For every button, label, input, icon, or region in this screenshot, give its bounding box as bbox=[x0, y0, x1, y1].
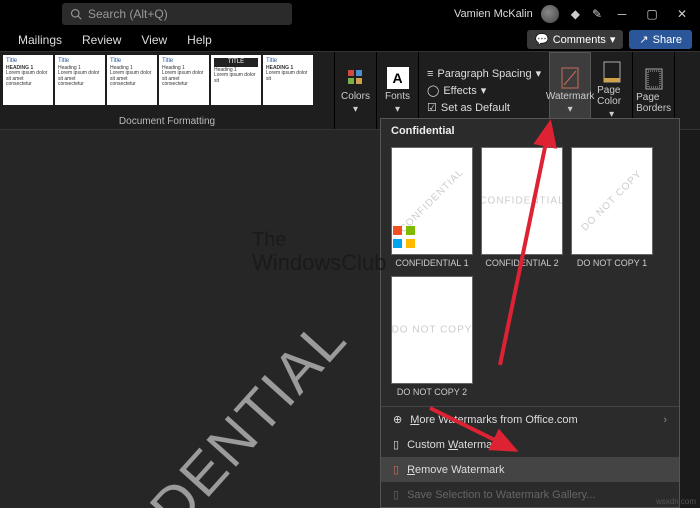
watermark-item-donotcopy-1[interactable]: DO NOT COPYDO NOT COPY 1 bbox=[571, 147, 653, 268]
effects-button[interactable]: ◯ Effects ▾ bbox=[427, 84, 541, 97]
style-gallery[interactable]: TitleHEADING 1Lorem ipsum dolor sit amet… bbox=[0, 52, 334, 114]
maximize-button[interactable]: ▢ bbox=[638, 2, 666, 26]
watermark-item-confidential-1[interactable]: CONFIDENTIALCONFIDENTIAL 1 bbox=[391, 147, 473, 268]
watermark-gallery: CONFIDENTIALCONFIDENTIAL 1 CONFIDENTIALC… bbox=[381, 143, 679, 401]
share-button[interactable]: ↗ Share bbox=[629, 30, 692, 49]
save-icon: ▯ bbox=[393, 488, 399, 501]
avatar bbox=[541, 5, 559, 23]
chevron-down-icon: ▾ bbox=[568, 104, 573, 115]
more-watermarks-item[interactable]: ⊕More Watermarks from Office.com› bbox=[381, 407, 679, 432]
chevron-down-icon: ▾ bbox=[610, 33, 616, 46]
tab-help[interactable]: Help bbox=[177, 30, 222, 50]
style-thumb[interactable]: TitleHEADING 1Lorem ipsum dolor sit bbox=[263, 55, 313, 105]
colors-button[interactable]: Colors▾ bbox=[335, 52, 377, 129]
watermark-icon bbox=[559, 67, 581, 89]
dropdown-footer: ⊕More Watermarks from Office.com› ▯Custo… bbox=[381, 406, 679, 507]
document-canvas[interactable]: CONFIDENTIAL bbox=[0, 130, 380, 508]
remove-watermark-item[interactable]: ▯Remove Watermark bbox=[381, 457, 679, 482]
globe-icon: ⊕ bbox=[393, 413, 402, 426]
comments-button[interactable]: 💬 Comments ▾ bbox=[527, 30, 623, 49]
user-area[interactable]: Vamien McKalin bbox=[454, 5, 559, 23]
style-thumb[interactable]: TitleHEADING 1Lorem ipsum dolor sit amet… bbox=[3, 55, 53, 105]
colors-icon bbox=[345, 67, 367, 89]
search-icon bbox=[70, 8, 82, 20]
credit-text: wsxdn.com bbox=[656, 497, 696, 506]
style-thumb[interactable]: TitleHeading 1Lorem ipsum dolor sit amet… bbox=[107, 55, 157, 105]
chevron-right-icon: › bbox=[663, 414, 667, 426]
watermark-dropdown: Confidential CONFIDENTIALCONFIDENTIAL 1 … bbox=[380, 118, 680, 508]
page-icon: ▯ bbox=[393, 438, 399, 451]
group-label: Document Formatting bbox=[0, 114, 334, 129]
paragraph-spacing-button[interactable]: ≡ Paragraph Spacing ▾ bbox=[427, 67, 541, 80]
username: Vamien McKalin bbox=[454, 8, 533, 20]
style-thumb[interactable]: TITLEHeading 1Lorem ipsum dolor sit bbox=[211, 55, 261, 105]
tab-mailings[interactable]: Mailings bbox=[8, 30, 72, 50]
chevron-down-icon: ▾ bbox=[353, 104, 358, 115]
diamond-icon[interactable]: ◆ bbox=[571, 7, 580, 21]
style-thumb[interactable]: TitleHeading 1Lorem ipsum dolor sit amet… bbox=[159, 55, 209, 105]
page-borders-icon bbox=[643, 68, 665, 90]
title-bar: Search (Alt+Q) Vamien McKalin ◆ ✎ ─ ▢ ✕ bbox=[0, 0, 700, 28]
minimize-button[interactable]: ─ bbox=[608, 2, 636, 26]
chevron-down-icon: ▾ bbox=[395, 104, 400, 115]
style-thumb[interactable]: TitleHeading 1Lorem ipsum dolor sit amet… bbox=[55, 55, 105, 105]
close-button[interactable]: ✕ bbox=[668, 2, 696, 26]
document-formatting-group: TitleHEADING 1Lorem ipsum dolor sit amet… bbox=[0, 52, 335, 129]
tab-review[interactable]: Review bbox=[72, 30, 131, 50]
watermark-item-donotcopy-2[interactable]: DO NOT COPYDO NOT COPY 2 bbox=[391, 276, 473, 397]
watermark-item-confidential-2[interactable]: CONFIDENTIALCONFIDENTIAL 2 bbox=[481, 147, 563, 268]
paint-icon[interactable]: ✎ bbox=[592, 7, 602, 21]
set-default-button[interactable]: ☑ Set as Default bbox=[427, 101, 541, 114]
document-watermark-text: CONFIDENTIAL bbox=[9, 305, 359, 508]
ribbon-tabs: Mailings Review View Help 💬 Comments ▾ ↗… bbox=[0, 28, 700, 52]
dropdown-section-header: Confidential bbox=[381, 119, 679, 143]
search-placeholder: Search (Alt+Q) bbox=[88, 7, 168, 21]
tab-view[interactable]: View bbox=[131, 30, 177, 50]
search-input[interactable]: Search (Alt+Q) bbox=[62, 3, 292, 25]
save-selection-item: ▯Save Selection to Watermark Gallery... bbox=[381, 482, 679, 507]
custom-watermark-item[interactable]: ▯Custom Watermark... bbox=[381, 432, 679, 457]
page-color-icon bbox=[601, 61, 623, 83]
fonts-icon: A bbox=[387, 67, 409, 89]
remove-icon: ▯ bbox=[393, 463, 399, 476]
